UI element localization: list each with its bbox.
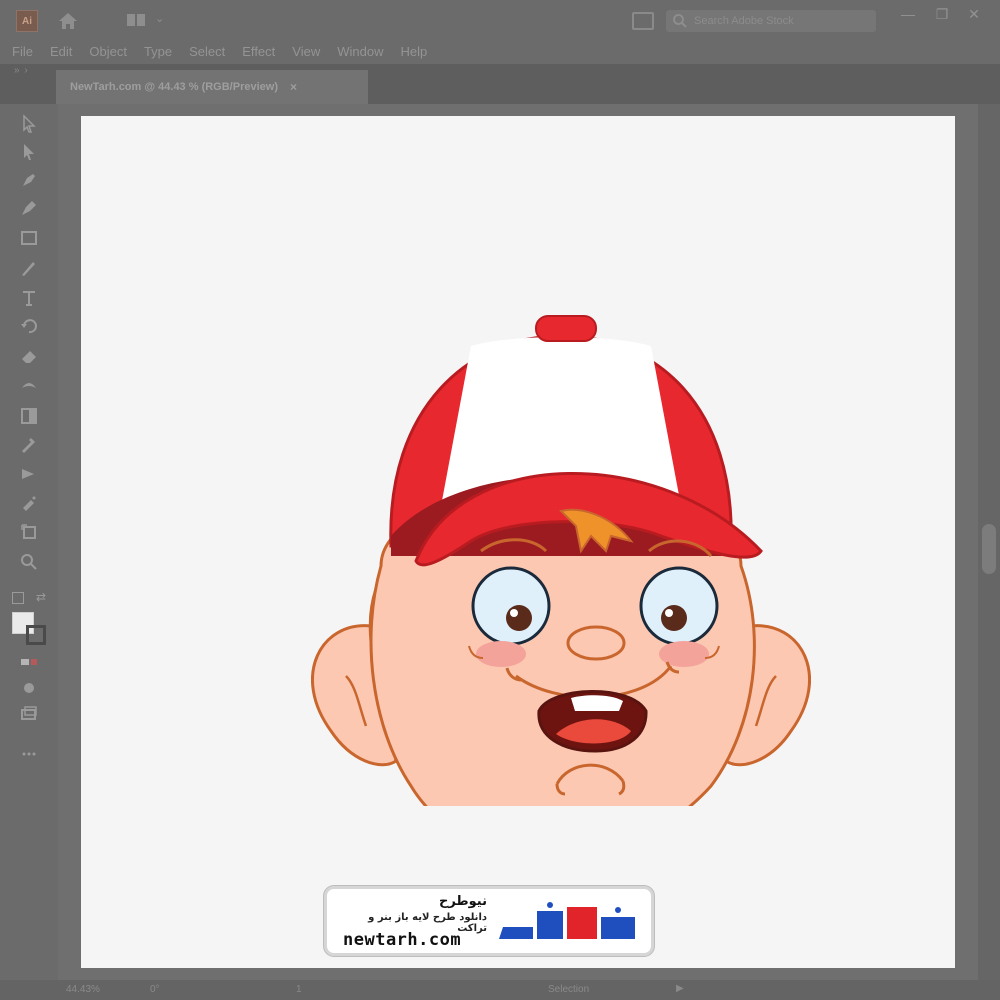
search-box[interactable] bbox=[666, 10, 876, 32]
right-panel-rail bbox=[978, 104, 1000, 980]
gradient-tool-icon[interactable] bbox=[16, 404, 42, 428]
direct-selection-tool-icon[interactable] bbox=[16, 140, 42, 164]
menu-effect[interactable]: Effect bbox=[242, 42, 275, 64]
menu-bar: File Edit Object Type Select Effect View… bbox=[0, 42, 1000, 64]
minimize-button[interactable]: — bbox=[894, 4, 922, 24]
symbol-sprayer-tool-icon[interactable] bbox=[16, 492, 42, 516]
current-tool-status: Selection bbox=[548, 984, 590, 995]
chevron-down-icon[interactable]: ⌄ bbox=[155, 12, 164, 25]
left-cheek bbox=[476, 641, 526, 667]
panel-grip-icon[interactable]: » › bbox=[14, 66, 40, 76]
illustrator-logo-icon: Ai bbox=[16, 10, 38, 32]
menu-edit[interactable]: Edit bbox=[50, 42, 72, 64]
canvas-area[interactable] bbox=[58, 104, 978, 980]
menu-select[interactable]: Select bbox=[189, 42, 225, 64]
tools-panel: ⇄ bbox=[0, 104, 58, 980]
newtarh-logo-icon bbox=[499, 902, 635, 939]
type-tool-icon[interactable] bbox=[16, 286, 42, 310]
more-tools-icon[interactable] bbox=[16, 742, 42, 766]
eyedropper-tool-icon[interactable] bbox=[16, 432, 42, 456]
left-eye bbox=[471, 566, 551, 646]
watermark-title: نیوطرح bbox=[438, 894, 487, 909]
eraser-tool-icon[interactable] bbox=[16, 344, 42, 368]
rectangle-tool-icon[interactable] bbox=[16, 226, 42, 250]
color-mode-icon[interactable] bbox=[16, 650, 42, 674]
zoom-tool-icon[interactable] bbox=[16, 550, 42, 574]
document-tab-label: NewTarh.com @ 44.43 % (RGB/Preview) bbox=[70, 81, 278, 93]
document-tab-bar: » › NewTarh.com @ 44.43 % (RGB/Preview) … bbox=[0, 64, 1000, 104]
workspace-switcher-icon[interactable] bbox=[126, 12, 146, 28]
arrange-documents-icon[interactable] bbox=[632, 12, 654, 30]
search-icon bbox=[673, 14, 687, 28]
screen-mode-icon[interactable] bbox=[16, 702, 42, 726]
menu-view[interactable]: View bbox=[292, 42, 320, 64]
close-window-button[interactable]: ✕ bbox=[960, 4, 988, 24]
artboard-number[interactable]: 1 bbox=[296, 984, 302, 995]
nose bbox=[566, 625, 626, 661]
menu-object[interactable]: Object bbox=[89, 42, 127, 64]
draw-mode-icon[interactable] bbox=[16, 676, 42, 700]
artboard[interactable] bbox=[81, 116, 955, 968]
zoom-level[interactable]: 44.43% bbox=[66, 984, 100, 995]
paintbrush-tool-icon[interactable] bbox=[16, 256, 42, 280]
open-mouth bbox=[537, 690, 648, 753]
rotation-angle[interactable]: 0° bbox=[150, 984, 160, 995]
close-tab-icon[interactable]: × bbox=[290, 80, 297, 94]
default-colors-icon[interactable] bbox=[12, 592, 24, 604]
restore-button[interactable]: ❐ bbox=[928, 4, 956, 24]
swap-colors-icon[interactable]: ⇄ bbox=[36, 590, 46, 604]
watermark-domain: newtarh.com bbox=[343, 930, 462, 950]
home-icon[interactable] bbox=[56, 9, 80, 33]
title-bar: Ai ⌄ — ❐ ✕ bbox=[0, 0, 1000, 42]
status-bar: 44.43% 0° 1 Selection ▶ bbox=[0, 980, 1000, 1000]
menu-window[interactable]: Window bbox=[337, 42, 383, 64]
document-tab[interactable]: NewTarh.com @ 44.43 % (RGB/Preview) × bbox=[56, 70, 368, 104]
boy-with-cap-illustration[interactable] bbox=[311, 206, 811, 806]
menu-type[interactable]: Type bbox=[144, 42, 172, 64]
rotate-tool-icon[interactable] bbox=[16, 314, 42, 338]
width-tool-icon[interactable] bbox=[16, 374, 42, 398]
right-eye bbox=[639, 566, 719, 646]
search-input[interactable] bbox=[694, 12, 870, 30]
curvature-tool-icon[interactable] bbox=[16, 196, 42, 220]
stroke-color-swatch[interactable] bbox=[26, 625, 46, 645]
menu-help[interactable]: Help bbox=[400, 42, 427, 64]
newtarh-watermark: نیوطرح دانلود طرح لایه باز بنر و تراکت n… bbox=[324, 886, 654, 956]
pen-tool-icon[interactable] bbox=[16, 168, 42, 192]
vertical-scrollbar[interactable] bbox=[982, 524, 996, 574]
artboard-tool-icon[interactable] bbox=[16, 520, 42, 544]
play-icon[interactable]: ▶ bbox=[676, 983, 684, 994]
menu-file[interactable]: File bbox=[12, 42, 33, 64]
blend-tool-icon[interactable] bbox=[16, 462, 42, 486]
selection-tool-icon[interactable] bbox=[16, 112, 42, 136]
